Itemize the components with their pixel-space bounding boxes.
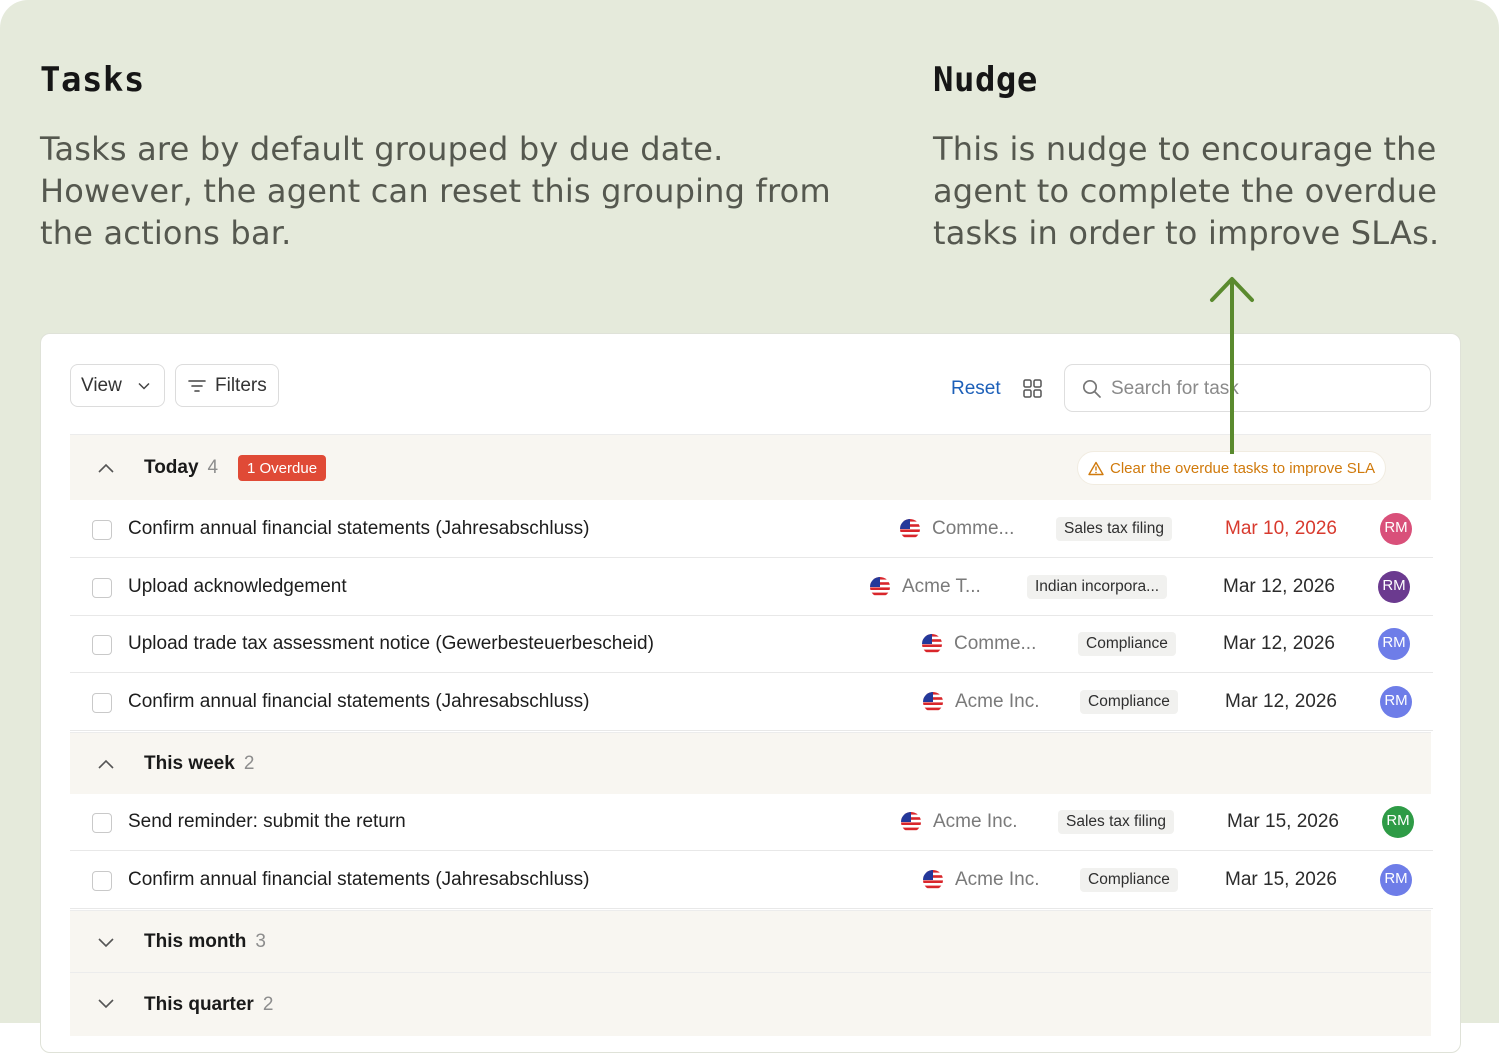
task-client: Acme Inc. [922,691,1039,713]
annotation-nudge-title: Nudge [933,60,1038,100]
client-name: Acme Inc. [933,811,1018,832]
client-name: Acme T... [902,576,981,597]
task-tag: Compliance [1080,690,1178,714]
group-header-this-week[interactable]: This week 2 [70,732,1431,794]
assignee-avatar[interactable]: RM [1378,571,1410,603]
overdue-nudge: Clear the overdue tasks to improve SLA [1077,451,1387,485]
search-input[interactable] [1111,375,1411,403]
task-row[interactable]: Confirm annual financial statements (Jah… [70,501,1433,558]
filters-label: Filters [215,374,267,396]
task-title[interactable]: Upload acknowledgement [128,576,347,598]
chevron-up-icon[interactable] [96,461,116,475]
task-row[interactable]: Confirm annual financial statements (Jah… [70,852,1433,909]
assignee-avatar[interactable]: RM [1378,628,1410,660]
task-tag: Sales tax filing [1056,517,1172,541]
task-client: Acme Inc. [900,811,1017,833]
task-due-date: Mar 15, 2026 [1227,811,1339,832]
group-count: 3 [255,930,266,952]
group-header-this-month[interactable]: This month 3 [70,910,1431,972]
group-title: This month 3 [144,931,266,953]
us-flag-icon [923,692,943,712]
task-checkbox[interactable] [92,635,112,655]
task-checkbox[interactable] [92,813,112,833]
task-tag: Compliance [1078,632,1176,656]
task-client: Comme... [921,633,1036,655]
task-row[interactable]: Upload acknowledgement Acme T... Indian … [70,559,1433,616]
chevron-down-icon [138,379,150,393]
annotation-nudge-text: This is nudge to encourage the agent to … [933,130,1440,252]
task-checkbox[interactable] [92,693,112,713]
group-count: 2 [262,994,274,1015]
assignee-avatar[interactable]: RM [1380,686,1412,718]
group-name: Today [144,456,199,478]
task-title[interactable]: Confirm annual financial statements (Jah… [128,869,590,891]
us-flag-icon [900,519,920,539]
filters-button[interactable]: Filters [175,364,279,407]
view-dropdown-button[interactable]: View [70,364,165,407]
assignee-avatar[interactable]: RM [1380,513,1412,545]
task-row[interactable]: Confirm annual financial statements (Jah… [70,674,1433,731]
task-due-date: Mar 10, 2026 [1225,518,1337,539]
task-title[interactable]: Send reminder: submit the return [128,811,406,833]
group-name: This month [144,930,247,952]
task-checkbox[interactable] [92,578,112,598]
assignee-avatar[interactable]: RM [1380,864,1412,896]
search-icon [1082,379,1101,398]
group-title: This quarter 2 [144,994,273,1016]
task-checkbox[interactable] [92,871,112,891]
task-client: Acme T... [869,576,981,598]
warning-icon [1088,461,1104,475]
task-due-date: Mar 12, 2026 [1223,576,1335,597]
chevron-down-icon[interactable] [96,935,116,949]
task-tag: Indian incorpora... [1027,575,1168,599]
view-label: View [81,374,122,396]
us-flag-icon [922,634,942,654]
reset-grouping-button[interactable]: Reset [951,378,1001,400]
client-name: Acme Inc. [955,869,1040,890]
client-name: Acme Inc. [955,691,1040,712]
task-tag: Sales tax filing [1058,810,1174,834]
nudge-text: Clear the overdue tasks to improve SLA [1110,459,1376,477]
group-name: This quarter [144,994,254,1015]
task-due-date: Mar 12, 2026 [1225,691,1337,712]
task-row[interactable]: Send reminder: submit the return Acme In… [70,794,1433,851]
group-count: 2 [243,752,255,774]
client-name: Comme... [954,633,1037,654]
task-title[interactable]: Confirm annual financial statements (Jah… [128,518,590,540]
task-row[interactable]: Upload trade tax assessment notice (Gewe… [70,616,1433,673]
task-title[interactable]: Confirm annual financial statements (Jah… [128,691,590,713]
us-flag-icon [923,870,943,890]
client-name: Comme... [932,518,1015,539]
overdue-badge: 1 Overdue [238,455,327,481]
us-flag-icon [901,812,921,832]
grid-view-icon[interactable] [1023,379,1042,398]
task-client: Acme Inc. [922,869,1039,891]
group-title: This week 2 [144,753,254,775]
task-due-date: Mar 12, 2026 [1223,633,1335,654]
filter-icon [188,379,206,392]
chevron-down-icon[interactable] [96,996,116,1010]
assignee-avatar[interactable]: RM [1382,806,1414,838]
group-count: 4 [207,456,219,478]
task-checkbox[interactable] [92,520,112,540]
group-title: Today 4 [144,457,218,479]
annotation-tasks-title: Tasks [40,60,145,100]
task-due-date: Mar 15, 2026 [1225,869,1337,890]
task-tag: Compliance [1080,868,1178,892]
chevron-up-icon[interactable] [96,757,116,771]
us-flag-icon [870,577,890,597]
task-client: Comme... [899,518,1014,540]
annotation-tasks-text: Tasks are by default grouped by due date… [40,130,831,252]
group-name: This week [144,752,235,774]
group-header-this-quarter[interactable]: This quarter 2 [70,972,1431,1036]
task-title[interactable]: Upload trade tax assessment notice (Gewe… [128,633,654,655]
annotation-arrow-icon [1210,277,1254,454]
